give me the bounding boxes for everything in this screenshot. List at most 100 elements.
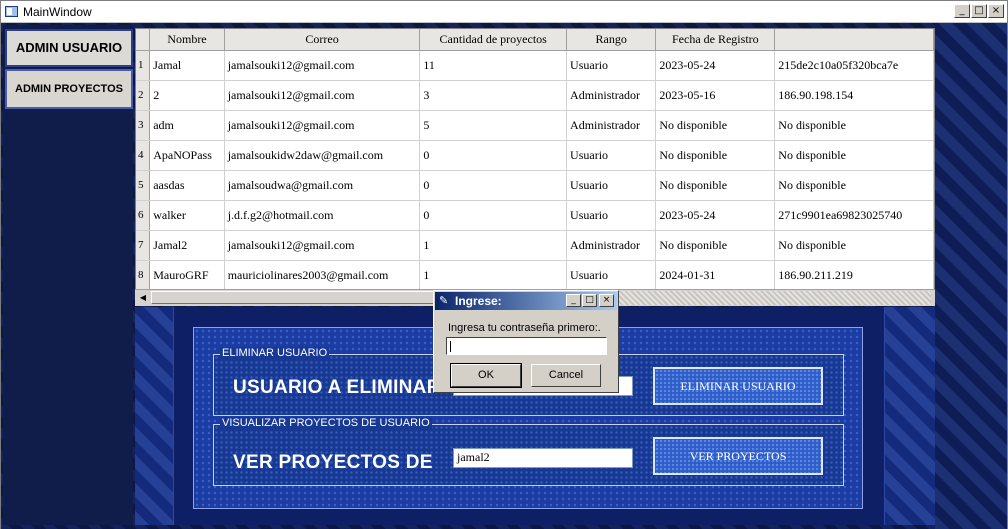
table-row[interactable]: 6 walker j.d.f.g2@hotmail.com 0 Usuario 2023-…: [136, 200, 934, 231]
table-corner[interactable]: [136, 29, 151, 51]
table-cell[interactable]: walker: [149, 200, 225, 231]
main-window: MainWindow _ □ × ADMIN USUARIO ADMIN PRO…: [0, 0, 1008, 529]
table-cell[interactable]: Usuario: [566, 140, 657, 171]
column-header[interactable]: Rango: [566, 29, 657, 51]
table-cell[interactable]: Administrador: [566, 230, 657, 261]
dialog-title: Ingrese:: [455, 294, 502, 308]
table-cell[interactable]: No disponible: [655, 230, 776, 261]
view-projects-input[interactable]: jamal2: [453, 448, 633, 468]
table-cell[interactable]: jamalsouki12@gmail.com: [224, 230, 421, 261]
right-background-strip: [935, 23, 1007, 529]
table-cell[interactable]: Usuario: [566, 50, 657, 81]
table-cell[interactable]: Administrador: [566, 110, 657, 141]
dialog-close-icon[interactable]: ×: [599, 294, 614, 307]
table-cell[interactable]: No disponible: [774, 110, 934, 141]
users-table[interactable]: Nombre Correo Cantidad de proyectos Rang…: [135, 28, 935, 306]
table-cell[interactable]: jamalsouki12@gmail.com: [224, 50, 421, 81]
table-row[interactable]: 4 ApaNOPass jamalsoukidw2daw@gmail.com 0 Usu…: [136, 140, 934, 171]
table-cell[interactable]: j.d.f.g2@hotmail.com: [224, 200, 421, 231]
table-cell[interactable]: jamalsoukidw2daw@gmail.com: [224, 140, 421, 171]
table-header-row: Nombre Correo Cantidad de proyectos Rang…: [136, 29, 934, 51]
password-input[interactable]: [446, 337, 607, 355]
table-cell[interactable]: 186.90.211.219: [774, 260, 934, 291]
column-header[interactable]: Fecha de Registro: [655, 29, 776, 51]
table-cell[interactable]: ApaNOPass: [149, 140, 225, 171]
table-cell[interactable]: 2023-05-24: [655, 200, 776, 231]
table-cell[interactable]: 2023-05-24: [655, 50, 776, 81]
maximize-icon[interactable]: □: [971, 4, 987, 18]
table-cell[interactable]: 2024-01-31: [655, 260, 776, 291]
row-number[interactable]: 5: [136, 170, 151, 201]
table-cell[interactable]: 3: [419, 80, 568, 111]
delete-user-button[interactable]: ELIMINAR USUARIO: [653, 367, 823, 405]
table-cell[interactable]: 2: [149, 80, 225, 111]
table-row[interactable]: 7 Jamal2 jamalsouki12@gmail.com 1 Administra…: [136, 230, 934, 261]
dialog-minimize-icon[interactable]: _: [566, 294, 581, 307]
table-cell[interactable]: 1: [419, 230, 568, 261]
table-cell[interactable]: Jamal: [149, 50, 225, 81]
table-cell[interactable]: Usuario: [566, 260, 657, 291]
row-number[interactable]: 1: [136, 50, 151, 81]
dialog-title-bar: ✎ Ingrese: _ □ ×: [435, 292, 617, 310]
delete-user-label: USUARIO A ELIMINAR: [233, 377, 441, 398]
table-cell[interactable]: 1: [419, 260, 568, 291]
app-window-icon: [5, 6, 18, 17]
row-number[interactable]: 4: [136, 140, 151, 171]
table-cell[interactable]: Usuario: [566, 200, 657, 231]
minimize-icon[interactable]: _: [954, 4, 970, 18]
close-icon[interactable]: ×: [988, 4, 1004, 18]
window-title: MainWindow: [23, 5, 92, 19]
row-number[interactable]: 3: [136, 110, 151, 141]
table-cell[interactable]: No disponible: [774, 140, 934, 171]
text-caret: [450, 341, 451, 352]
dialog-maximize-icon[interactable]: □: [582, 294, 597, 307]
view-projects-label: VER PROYECTOS DE: [233, 452, 433, 473]
admin-proyectos-button[interactable]: ADMIN PROYECTOS: [5, 69, 133, 109]
table-cell[interactable]: jamalsouki12@gmail.com: [224, 110, 421, 141]
title-bar: MainWindow _ □ ×: [1, 1, 1007, 23]
table-cell[interactable]: 11: [419, 50, 568, 81]
table-cell[interactable]: 5: [419, 110, 568, 141]
table-cell[interactable]: Usuario: [566, 170, 657, 201]
ok-button[interactable]: OK: [450, 363, 522, 388]
row-number[interactable]: 7: [136, 230, 151, 261]
delete-group-title: ELIMINAR USUARIO: [220, 347, 330, 359]
table-row[interactable]: 8 MauroGRF mauriciolinares2003@gmail.com 1 U…: [136, 260, 934, 291]
table-cell[interactable]: jamalsoudwa@gmail.com: [224, 170, 421, 201]
column-header[interactable]: Correo: [224, 29, 421, 51]
table-row[interactable]: 5 aasdas jamalsoudwa@gmail.com 0 Usuario No d…: [136, 170, 934, 201]
table-cell[interactable]: aasdas: [149, 170, 225, 201]
table-cell[interactable]: 0: [419, 140, 568, 171]
table-cell[interactable]: 271c9901ea69823025740: [774, 200, 934, 231]
table-row[interactable]: 1 Jamal jamalsouki12@gmail.com 11 Usuario 202…: [136, 50, 934, 81]
table-cell[interactable]: 0: [419, 200, 568, 231]
table-cell[interactable]: No disponible: [655, 170, 776, 201]
table-cell[interactable]: 0: [419, 170, 568, 201]
table-cell[interactable]: 186.90.198.154: [774, 80, 934, 111]
row-number[interactable]: 8: [136, 260, 151, 291]
table-cell[interactable]: 2023-05-16: [655, 80, 776, 111]
table-cell[interactable]: 215de2c10a05f320bca7e: [774, 50, 934, 81]
row-number[interactable]: 2: [136, 80, 151, 111]
column-header[interactable]: Cantidad de proyectos: [419, 29, 568, 51]
table-row[interactable]: 3 adm jamalsouki12@gmail.com 5 Administrador…: [136, 110, 934, 141]
scroll-left-icon[interactable]: ◀: [136, 291, 150, 305]
view-projects-button[interactable]: VER PROYECTOS: [653, 437, 823, 475]
cancel-button[interactable]: Cancel: [531, 364, 601, 387]
row-number[interactable]: 6: [136, 200, 151, 231]
table-cell[interactable]: No disponible: [655, 140, 776, 171]
table-cell[interactable]: No disponible: [774, 230, 934, 261]
column-header[interactable]: [774, 29, 934, 51]
column-header[interactable]: Nombre: [149, 29, 225, 51]
table-cell[interactable]: adm: [149, 110, 225, 141]
table-cell[interactable]: No disponible: [655, 110, 776, 141]
table-cell[interactable]: Jamal2: [149, 230, 225, 261]
table-row[interactable]: 2 2 jamalsouki12@gmail.com 3 Administrador 20…: [136, 80, 934, 111]
table-cell[interactable]: No disponible: [774, 170, 934, 201]
table-cell[interactable]: MauroGRF: [149, 260, 225, 291]
table-cell[interactable]: Administrador: [566, 80, 657, 111]
password-dialog: ✎ Ingrese: _ □ × Ingresa tu contraseña p…: [433, 290, 619, 393]
admin-usuario-button[interactable]: ADMIN USUARIO: [5, 29, 133, 67]
table-cell[interactable]: jamalsouki12@gmail.com: [224, 80, 421, 111]
table-cell[interactable]: mauriciolinares2003@gmail.com: [224, 260, 421, 291]
